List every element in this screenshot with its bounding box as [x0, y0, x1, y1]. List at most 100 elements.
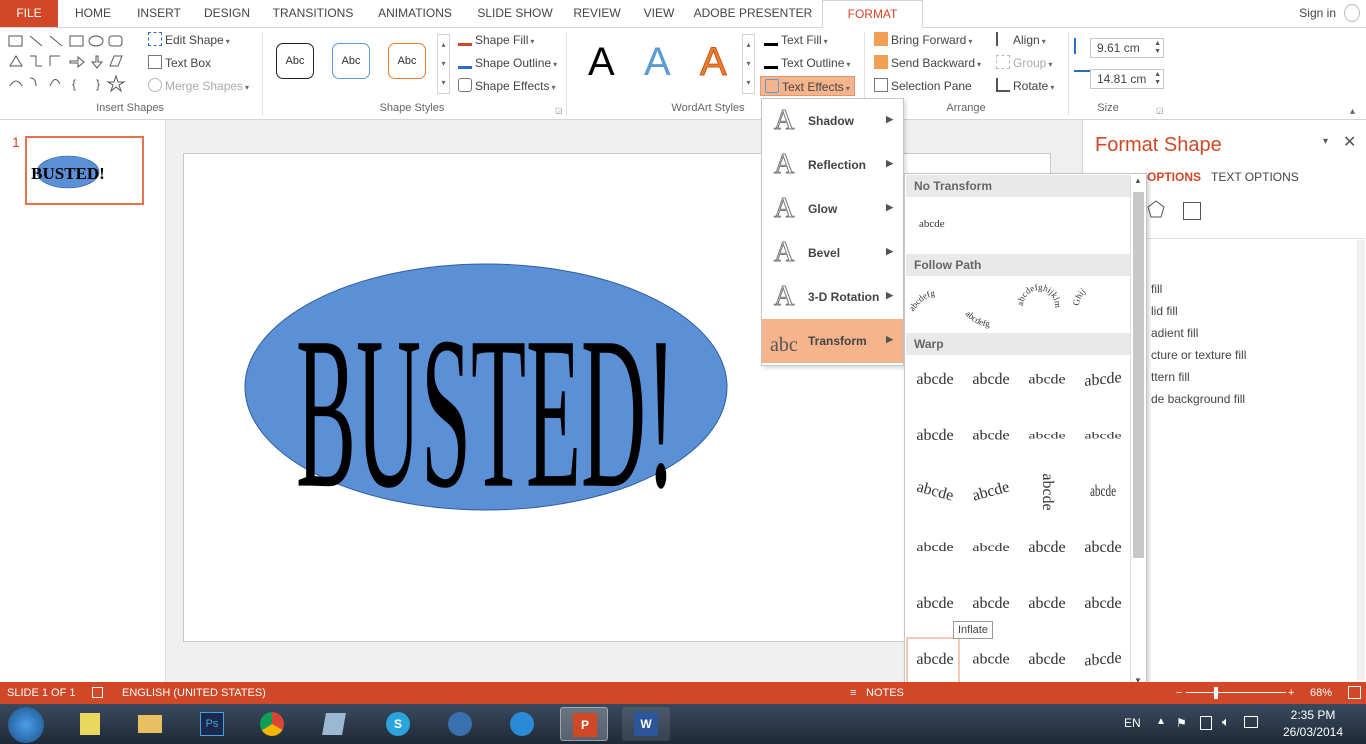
user-icon[interactable] — [1344, 4, 1360, 22]
battery-icon[interactable] — [1244, 716, 1258, 728]
wordart-style-orange[interactable]: A — [700, 40, 728, 85]
tab-review[interactable]: REVIEW — [566, 0, 628, 27]
zoom-slider-thumb[interactable] — [1214, 687, 1218, 699]
edit-shape-button[interactable]: Edit Shape ▾ — [148, 30, 230, 50]
shape-width-input[interactable]: 14.81 cm ▲ ▼ — [1090, 69, 1164, 89]
shape-style-orange[interactable]: Abc — [388, 43, 426, 79]
text-box-button[interactable]: Text Box — [148, 53, 211, 73]
zoom-out-icon[interactable]: − — [1176, 682, 1182, 704]
spin-down-icon[interactable]: ▼ — [1154, 79, 1161, 87]
taskbar-itunes-icon[interactable] — [498, 707, 546, 741]
warp-option[interactable]: abcde — [909, 582, 961, 626]
warp-option[interactable]: abcde — [1021, 582, 1073, 626]
clock-date[interactable]: 26/03/2014 — [1278, 725, 1348, 739]
zoom-in-icon[interactable]: + — [1288, 682, 1294, 704]
shape-height-input[interactable]: 9.61 cm ▲ ▼ — [1090, 38, 1164, 58]
warp-option[interactable]: abcde — [1077, 355, 1129, 404]
collapse-ribbon-icon[interactable]: ▴ — [1350, 106, 1355, 117]
selection-pane-button[interactable]: Selection Pane — [874, 76, 972, 96]
taskbar-explorer-icon[interactable] — [126, 707, 174, 741]
taskbar-photoshop-icon[interactable]: Ps — [188, 707, 236, 741]
taskbar-word-icon[interactable]: W — [622, 707, 670, 741]
shapes-gallery-icons[interactable]: {} — [6, 32, 136, 96]
warp-option[interactable]: abcde — [904, 464, 966, 520]
warp-option[interactable]: abcde — [909, 414, 961, 458]
tab-transitions[interactable]: TRANSITIONS — [264, 0, 362, 27]
tab-view[interactable]: VIEW — [634, 0, 684, 27]
shape-effects-button[interactable]: Shape Effects ▾ — [458, 76, 556, 96]
warp-option[interactable]: abcde — [1025, 466, 1069, 518]
pane-options-icon[interactable]: ▾ — [1323, 136, 1328, 147]
merge-shapes-button[interactable]: Merge Shapes ▾ — [148, 76, 249, 96]
taskbar-chrome-icon[interactable] — [248, 707, 296, 741]
fill-option[interactable]: lid fill — [1151, 300, 1246, 322]
wordart-style-black[interactable]: A — [588, 40, 615, 84]
slide-thumbnail[interactable]: BUSTED! — [25, 136, 144, 205]
spin-up-icon[interactable]: ▲ — [1154, 71, 1161, 79]
zoom-slider[interactable] — [1186, 692, 1286, 693]
spin-up-icon[interactable]: ▲ — [1154, 40, 1161, 48]
tab-animations[interactable]: ANIMATIONS — [366, 0, 464, 27]
follow-path-options[interactable]: abcdefg abcdefg abcdefghijklm Ghij — [905, 278, 1131, 332]
bring-forward-button[interactable]: Bring Forward ▾ — [874, 30, 972, 50]
taskbar-stickynotes-icon[interactable] — [66, 707, 114, 741]
scroll-up-icon[interactable]: ▲ — [1134, 176, 1142, 185]
close-icon[interactable]: ✕ — [1343, 132, 1356, 152]
warp-option[interactable]: abcde — [1021, 423, 1073, 449]
fill-option[interactable]: fill — [1151, 278, 1246, 300]
align-button[interactable]: Align ▾ — [996, 30, 1046, 50]
taskbar-thunderbird-icon[interactable] — [436, 707, 484, 741]
warp-option[interactable]: abcde — [965, 417, 1017, 454]
warp-option[interactable]: abcde — [909, 358, 961, 402]
pane-scrollbar[interactable] — [1357, 240, 1365, 680]
shape-style-blue[interactable]: Abc — [332, 43, 370, 79]
group-button[interactable]: Group ▾ — [996, 53, 1052, 73]
warp-option[interactable]: abcde — [1021, 526, 1073, 570]
tab-home[interactable]: HOME — [64, 0, 122, 27]
warp-option[interactable]: abcde — [1021, 638, 1073, 682]
fill-option[interactable]: de background fill — [1151, 388, 1246, 410]
shapes-gallery[interactable]: {} — [6, 32, 128, 93]
text-fill-button[interactable]: Text Fill ▾ — [764, 30, 828, 50]
send-backward-button[interactable]: Send Backward ▾ — [874, 53, 981, 73]
shape-styles-scroll[interactable]: ▴ ▾ ▾ — [437, 34, 450, 94]
warp-option[interactable]: abcde — [965, 358, 1017, 402]
warp-option[interactable]: abcde — [1077, 636, 1129, 685]
text-effects-button[interactable]: Text Effects ▾ — [760, 76, 855, 96]
tab-design[interactable]: DESIGN — [196, 0, 258, 27]
no-transform-option[interactable]: abcde — [919, 218, 945, 230]
warp-option[interactable]: abcde — [965, 582, 1017, 626]
input-language[interactable]: EN — [1124, 716, 1141, 730]
warp-option[interactable]: abcde — [965, 533, 1017, 564]
menu-item-shadow[interactable]: A Shadow ▶ — [762, 99, 903, 143]
size-launcher-icon[interactable]: ◲ — [1156, 106, 1164, 115]
notes-button[interactable]: NOTES — [866, 682, 904, 704]
zoom-level[interactable]: 68% — [1310, 682, 1332, 704]
tab-text-options[interactable]: TEXT OPTIONS — [1211, 170, 1299, 184]
menu-item-3d-rotation[interactable]: A 3-D Rotation ▶ — [762, 275, 903, 319]
language-status[interactable]: ENGLISH (UNITED STATES) — [122, 682, 266, 704]
warp-option[interactable]: abcde — [960, 464, 1022, 520]
tab-shape-options[interactable]: OPTIONS — [1147, 170, 1201, 184]
menu-item-glow[interactable]: A Glow ▶ — [762, 187, 903, 231]
effects-pentagon-icon[interactable] — [1147, 200, 1165, 218]
shape-styles-launcher-icon[interactable]: ◲ — [555, 106, 563, 115]
shape-style-black[interactable]: Abc — [276, 43, 314, 79]
size-properties-icon[interactable] — [1183, 202, 1201, 220]
text-outline-button[interactable]: Text Outline ▾ — [764, 53, 850, 73]
taskbar-powerpoint-icon[interactable]: P — [560, 707, 608, 741]
tray-expand-icon[interactable]: ▲ — [1156, 716, 1166, 727]
warp-option[interactable]: abcde — [909, 530, 961, 565]
warp-option[interactable]: abcde — [1021, 361, 1073, 398]
signin-link[interactable]: Sign in — [1299, 6, 1336, 20]
warp-option[interactable]: abcde — [965, 640, 1017, 680]
menu-item-bevel[interactable]: A Bevel ▶ — [762, 231, 903, 275]
warp-option[interactable]: abcde — [1085, 470, 1121, 514]
menu-item-transform[interactable]: abc Transform ▶ — [762, 319, 903, 363]
shape-fill-button[interactable]: Shape Fill ▾ — [458, 30, 534, 50]
taskbar-app-icon[interactable] — [310, 707, 358, 741]
fill-option[interactable]: ttern fill — [1151, 366, 1246, 388]
shape-outline-button[interactable]: Shape Outline ▾ — [458, 53, 557, 73]
wordart-style-blue[interactable]: A — [644, 40, 671, 84]
warp-option[interactable]: abcde — [1077, 582, 1129, 626]
